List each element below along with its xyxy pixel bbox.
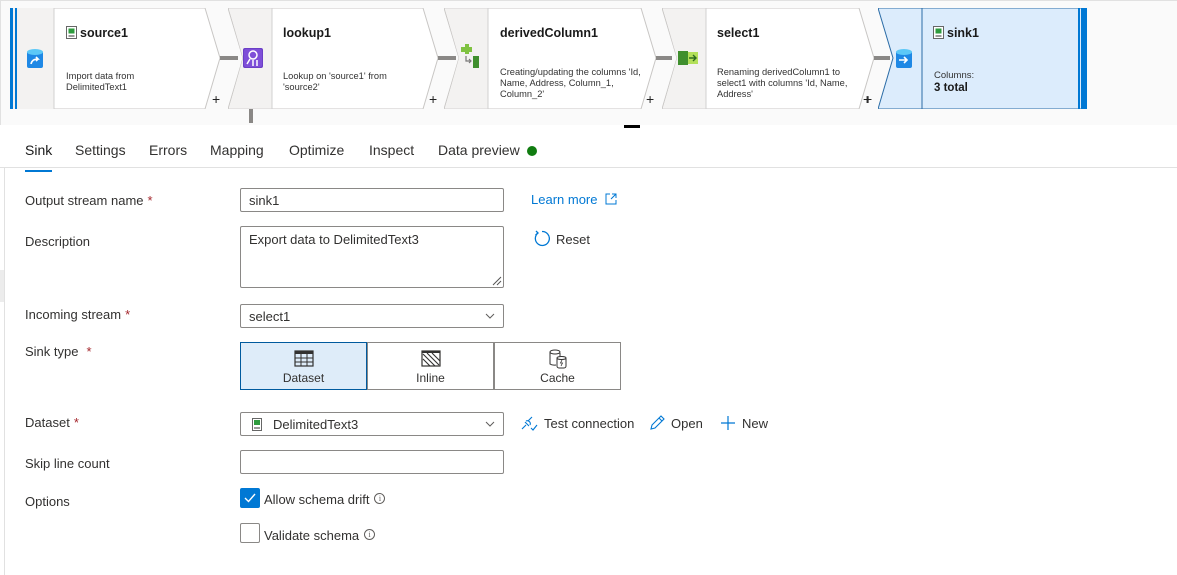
incoming-stream-value: select1 bbox=[249, 309, 291, 324]
allow-schema-drift-checkbox[interactable] bbox=[240, 488, 260, 508]
node-description: Renaming derivedColumn1 to select1 with … bbox=[717, 67, 848, 99]
info-icon[interactable]: i bbox=[364, 529, 376, 540]
status-ok-dot-icon bbox=[526, 146, 537, 156]
incoming-stream-select[interactable]: select1 bbox=[240, 304, 504, 328]
data-flow-canvas[interactable]: source1 Import data from DelimitedText1 … bbox=[0, 0, 1177, 125]
cache-icon bbox=[549, 349, 566, 369]
external-link-icon bbox=[605, 193, 617, 205]
settings-tabs: Sink Settings Errors Mapping Optimize In… bbox=[0, 128, 1177, 172]
tab-sink[interactable]: Sink bbox=[25, 142, 53, 172]
description-textarea[interactable] bbox=[240, 226, 504, 288]
sink-type-dataset-option[interactable]: Dataset bbox=[240, 342, 367, 390]
reset-icon bbox=[534, 230, 550, 247]
plus-icon bbox=[721, 416, 735, 430]
node-title: source1 bbox=[80, 26, 128, 40]
test-connection-button[interactable]: Test connection bbox=[520, 415, 634, 431]
new-dataset-button[interactable]: New bbox=[720, 415, 768, 431]
allow-schema-drift-label: Allow schema drift bbox=[264, 492, 370, 507]
validate-schema-checkbox[interactable] bbox=[240, 523, 260, 543]
chevron-down-icon bbox=[485, 421, 495, 427]
checkmark-icon bbox=[244, 493, 256, 503]
node-description: Creating/updating the columns 'Id, Name,… bbox=[500, 67, 641, 99]
tab-inspect[interactable]: Inspect bbox=[369, 142, 414, 158]
options-label: Options bbox=[25, 494, 70, 509]
select-icon bbox=[678, 51, 700, 65]
sink-type-inline-label: Inline bbox=[416, 371, 445, 385]
node-title: sink1 bbox=[947, 26, 979, 40]
sink-type-inline-option[interactable]: Inline bbox=[367, 342, 494, 390]
node-lookup1[interactable]: lookup1 Lookup on 'source1' from 'source… bbox=[228, 8, 438, 109]
sink-type-dataset-label: Dataset bbox=[282, 371, 325, 385]
tab-settings[interactable]: Settings bbox=[75, 142, 126, 158]
node-derivedColumn1[interactable]: derivedColumn1 Creating/updating the col… bbox=[444, 8, 656, 109]
description-label: Description bbox=[25, 234, 91, 249]
required-marker: * bbox=[147, 193, 153, 208]
inline-hatch-icon bbox=[420, 350, 441, 367]
add-transform-button[interactable]: + bbox=[863, 92, 871, 106]
gutter-handle[interactable] bbox=[0, 270, 4, 302]
sink-type-cache-option[interactable]: Cache bbox=[494, 342, 621, 390]
node-source1[interactable]: source1 Import data from DelimitedText1 … bbox=[10, 8, 220, 109]
tab-optimize[interactable]: Optimize bbox=[289, 142, 344, 158]
node-description: Lookup on 'source1' from 'source2' bbox=[283, 71, 387, 92]
validate-schema-label: Validate schema bbox=[264, 528, 360, 543]
csv-file-icon bbox=[252, 418, 262, 431]
tab-mapping[interactable]: Mapping bbox=[210, 142, 264, 158]
node-select1[interactable]: select1 Renaming derivedColumn1 to selec… bbox=[662, 8, 874, 109]
learn-more-link[interactable]: Learn more bbox=[531, 192, 617, 207]
test-connection-plug-icon bbox=[521, 416, 538, 431]
data-flow-editor: source1 Import data from DelimitedText1 … bbox=[0, 0, 1177, 575]
required-marker: * bbox=[86, 344, 92, 359]
node-sink1[interactable]: sink1 Columns: 3 total bbox=[878, 8, 1087, 109]
table-icon bbox=[293, 350, 314, 367]
left-gutter bbox=[0, 168, 5, 575]
sink-type-cache-label: Cache bbox=[540, 371, 575, 385]
reset-button[interactable]: Reset bbox=[533, 230, 590, 247]
csv-file-icon bbox=[933, 26, 944, 42]
pencil-icon bbox=[650, 415, 665, 430]
skip-line-count-label: Skip line count bbox=[25, 456, 110, 471]
node-title: derivedColumn1 bbox=[500, 26, 598, 40]
required-marker: * bbox=[73, 415, 79, 430]
sink-type-label: Sink type bbox=[25, 344, 79, 359]
sink-database-icon bbox=[895, 48, 915, 68]
tab-data-preview[interactable]: Data preview bbox=[438, 142, 537, 158]
node-title: select1 bbox=[717, 26, 760, 40]
dataset-label: Dataset bbox=[25, 415, 70, 430]
dataset-select[interactable]: DelimitedText3 bbox=[240, 412, 504, 436]
resize-grip-icon[interactable] bbox=[490, 274, 502, 286]
output-stream-name-label: Output stream name bbox=[25, 193, 144, 208]
chevron-down-icon bbox=[485, 313, 495, 319]
columns-count: 3 total bbox=[934, 82, 968, 94]
dataset-value: DelimitedText3 bbox=[273, 417, 359, 432]
lookup-icon bbox=[243, 48, 263, 68]
tab-errors[interactable]: Errors bbox=[149, 142, 187, 158]
reference-connector-line bbox=[249, 109, 253, 123]
node-description: Import data from DelimitedText1 bbox=[66, 71, 135, 92]
derived-column-icon bbox=[458, 44, 482, 70]
source-database-icon bbox=[25, 48, 45, 68]
columns-label: Columns: bbox=[934, 70, 975, 81]
output-stream-name-input[interactable] bbox=[240, 188, 504, 212]
info-icon[interactable]: i bbox=[374, 493, 386, 504]
incoming-stream-label: Incoming stream bbox=[25, 307, 122, 322]
required-marker: * bbox=[125, 307, 131, 322]
csv-file-icon bbox=[66, 26, 77, 42]
open-dataset-button[interactable]: Open bbox=[649, 415, 703, 431]
node-title: lookup1 bbox=[283, 26, 331, 40]
add-transform-button[interactable]: + bbox=[212, 92, 220, 106]
skip-line-count-input[interactable] bbox=[240, 450, 504, 474]
add-transform-button[interactable]: + bbox=[429, 92, 437, 106]
add-transform-button[interactable]: + bbox=[646, 92, 654, 106]
